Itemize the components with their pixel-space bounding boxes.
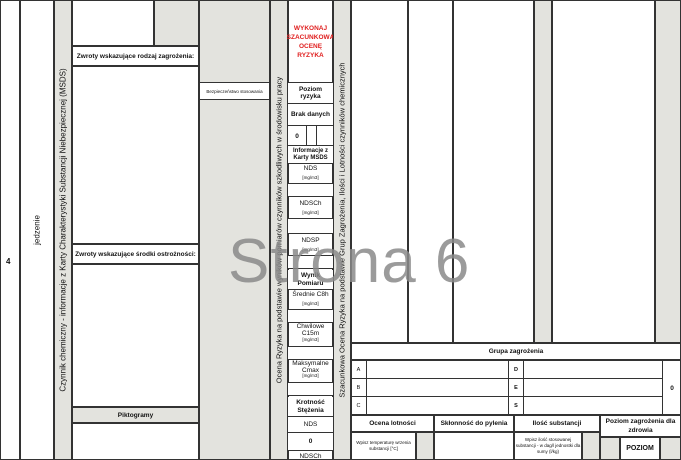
ndsp-unit: [mg/m3] [302,246,319,252]
grid-col-3 [453,0,534,343]
hazard-level-label: Poziom zagrożenia dla zdrowia [600,415,681,437]
grid-col-2 [408,0,453,343]
group-c-letter: C [351,397,367,415]
inst-c15m-label: Chwilowe C15m [296,322,325,337]
row-number: 4 [6,257,11,266]
pictograms-label: Piktogramy [72,407,199,423]
chemical-factor-title: Czynnik chemiczny - informacje z Karty C… [58,68,68,392]
inst-c15m-value [288,346,333,360]
precaution-label: Zwroty wskazujące środki ostrożności: [72,244,199,264]
estimate-title: Szacunkowa Ocena Ryzyka na podstawie Gru… [337,62,347,398]
grid-col-6 [655,0,681,343]
max-cmax-unit: [mg/m3] [302,373,319,378]
hazard-phrases-label: Zwroty wskazujące rodzaj zagrożenia: [72,46,199,66]
no-data-label: Brak danych [288,104,333,126]
group-e-value [524,379,662,397]
nds-value [288,183,333,197]
volatility-label: Ocena lotności [351,415,434,432]
row-number-cell [0,0,20,460]
level-label: POZIOM [620,437,660,460]
hazard-group-header: Grupa zagrożenia [351,343,681,360]
quantity-sub: Wpisz ilość stosowanej substancji - w da… [514,432,582,460]
multiplicity-nds: NDS [288,417,333,433]
risk-level-label: Poziom ryzyka [288,82,333,104]
precaution-area [72,264,199,407]
score-value: 0 [295,132,299,140]
storage-label: Bezpieczeństwo stosowania [199,82,270,100]
max-cmax-label: Maksymalne Cmax [292,359,329,374]
multiplicity-ndsch: NDSCh [299,452,322,460]
volatility-input[interactable] [416,432,434,460]
quantity-label: Ilość substancji [514,415,600,432]
assessment-column: Ocena Ryzyka na podstawie wyników pomiar… [270,0,288,460]
multiplicity-zero: 0 [288,433,333,451]
hazard-level-right [660,437,681,460]
grid-col-1 [351,0,408,343]
unit-cell: jedzenie [20,0,54,460]
group-result: 0 [662,361,681,415]
ndsch-label: NDSCh [299,200,322,207]
ndsp-label: NDSP [301,237,320,244]
top-gray-cell [154,0,199,46]
unit-name: jedzenie [32,215,42,245]
avg-c8h-value [288,309,333,323]
inst-c15m-unit: [mg/m3] [302,336,319,342]
top-blank-cell [72,0,154,46]
group-a-value [367,361,508,379]
group-e-letter: E [508,379,524,397]
grid-col-5 [552,0,655,343]
group-a-letter: A [351,361,367,379]
group-b-value [367,379,508,397]
avg-c8h-label: Średnie C8h [292,291,329,298]
chemical-factor-column: Czynnik chemiczny - informacje z Karty C… [54,0,72,460]
hazard-phrases-area [72,66,199,244]
measurement-result-label: Wynik Pomiaru [288,270,333,290]
estimate-column: Szacunkowa Ocena Ryzyka na podstawie Gru… [333,0,351,460]
group-d-letter: D [508,361,524,379]
pictograms-area [72,423,199,460]
max-cmax-value [288,382,333,396]
nds-unit: [mg/m3] [302,174,319,180]
grid-col-4 [534,0,552,343]
score-divider [306,126,317,146]
avg-c8h-unit: [mg/m3] [302,300,319,306]
ndsp-value [288,255,333,269]
group-d-value [524,361,662,379]
assessment-title: Ocena Ryzyka na podstawie wyników pomiar… [274,76,284,384]
action-note: WYKONAJ SZACUNKOWĄ OCENĘ RYZYKA [286,25,335,59]
quantity-input[interactable] [582,432,600,460]
group-s-letter: S [508,397,524,415]
group-b-letter: B [351,379,367,397]
dust-input[interactable] [434,432,514,460]
nds-label: NDS [303,165,318,172]
storage-column [199,0,270,460]
multiplicity-label: Krotność Stężenia [288,397,333,417]
ndsch-value [288,218,333,234]
ndsch-unit: [mg/m3] [302,209,319,215]
msds-info-label: Informacje z Karty MSDS [288,146,333,164]
hazard-level-left [600,437,620,460]
volatility-sub: Wpisz temperaturę wrzenia substancji [°C… [351,432,416,460]
dust-label: Skłonność do pylenia [434,415,514,432]
